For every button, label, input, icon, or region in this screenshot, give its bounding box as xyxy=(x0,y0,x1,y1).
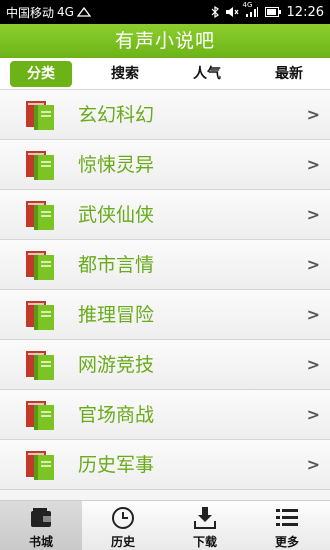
book-icon xyxy=(26,401,54,430)
category-label: 网游竞技 xyxy=(78,354,155,376)
nav-bookstore[interactable]: 书城 xyxy=(0,501,82,550)
chevron-right-icon: > xyxy=(306,405,320,424)
status-bar: 中国移动 4G 4G 12:26 xyxy=(0,0,330,24)
category-label: 玄幻科幻 xyxy=(78,104,155,126)
book-icon xyxy=(26,201,54,230)
category-label: 都市言情 xyxy=(78,254,155,276)
download-icon xyxy=(194,507,216,529)
list-item[interactable]: 推理冒险 > xyxy=(0,290,330,340)
tab-bar: 分类 搜索 人气 最新 xyxy=(0,58,330,90)
nav-more[interactable]: 更多 xyxy=(246,501,328,550)
nav-label: 更多 xyxy=(274,535,299,549)
category-list: 玄幻科幻 > 惊悚灵异 > 武侠仙侠 > 都市言情 > 推理冒险 > 网游竞技 … xyxy=(0,90,330,500)
wallet-icon xyxy=(31,508,51,527)
signal-network-label: 4G xyxy=(242,1,253,9)
book-icon xyxy=(26,351,54,380)
list-item[interactable]: 玄幻科幻 > xyxy=(0,90,330,140)
category-label: 历史军事 xyxy=(78,454,155,476)
tab-search[interactable]: 搜索 xyxy=(94,61,156,87)
tab-category[interactable]: 分类 xyxy=(10,61,72,87)
chevron-right-icon: > xyxy=(306,205,320,224)
list-item[interactable]: 武侠仙侠 > xyxy=(0,190,330,240)
category-label: 武侠仙侠 xyxy=(78,204,155,226)
app-header: 有声小说吧 xyxy=(0,24,330,58)
page-title: 有声小说吧 xyxy=(114,30,215,52)
nav-history[interactable]: 历史 xyxy=(82,501,164,550)
clock-icon xyxy=(112,507,134,529)
book-icon xyxy=(26,251,54,280)
category-label: 推理冒险 xyxy=(78,304,155,326)
carrier-name: 中国移动 xyxy=(6,5,55,20)
nav-download[interactable]: 下载 xyxy=(164,501,246,550)
chevron-right-icon: > xyxy=(306,155,320,174)
chevron-right-icon: > xyxy=(306,305,320,324)
tab-latest[interactable]: 最新 xyxy=(258,61,320,87)
bluetooth-icon xyxy=(211,6,219,18)
bottom-nav: 书城 历史 下载 更多 xyxy=(0,500,330,550)
book-icon xyxy=(26,451,54,480)
signal-icon: 4G xyxy=(243,1,259,18)
category-label: 官场商战 xyxy=(78,404,155,426)
chevron-right-icon: > xyxy=(306,105,320,124)
usb-icon xyxy=(76,7,91,17)
chevron-right-icon: > xyxy=(306,455,320,474)
category-label: 惊悚灵异 xyxy=(78,154,155,176)
nav-label: 历史 xyxy=(110,535,135,549)
chevron-right-icon: > xyxy=(306,355,320,374)
tab-popular[interactable]: 人气 xyxy=(176,61,238,87)
network-type: 4G xyxy=(57,5,74,19)
list-item[interactable]: 官场商战 > xyxy=(0,390,330,440)
nav-label: 书城 xyxy=(28,535,53,549)
chevron-right-icon: > xyxy=(306,255,320,274)
list-item[interactable]: 都市言情 > xyxy=(0,240,330,290)
list-item[interactable]: 历史军事 > xyxy=(0,440,330,490)
book-icon xyxy=(26,301,54,330)
list-item[interactable]: 惊悚灵异 > xyxy=(0,140,330,190)
nav-label: 下载 xyxy=(192,535,217,549)
clock-time: 12:26 xyxy=(286,4,324,20)
battery-icon xyxy=(264,7,281,17)
book-icon xyxy=(26,101,54,130)
more-list-icon xyxy=(276,509,298,526)
list-item[interactable]: 网游竞技 > xyxy=(0,340,330,390)
book-icon xyxy=(26,151,54,180)
mute-icon xyxy=(225,6,239,18)
